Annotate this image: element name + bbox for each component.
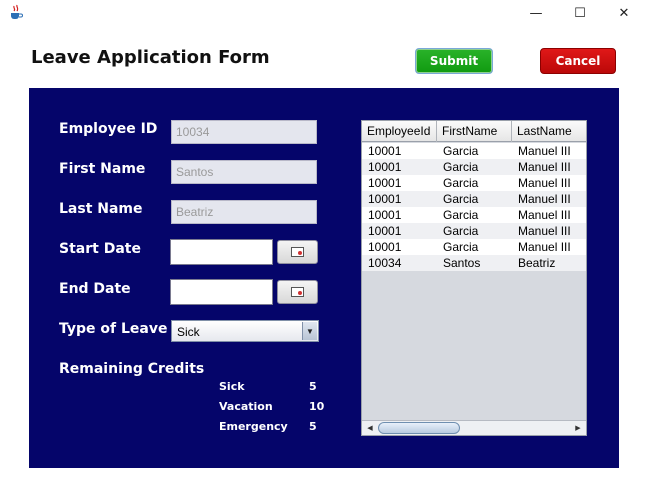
minimize-button[interactable]: — — [514, 0, 558, 26]
last-name-label: Last Name — [59, 201, 143, 217]
scroll-left-icon[interactable]: ◀ — [364, 422, 376, 434]
credit-value-vacation: 10 — [309, 400, 325, 413]
submit-button[interactable]: Submit — [415, 48, 493, 74]
table-cell: Beatriz — [518, 256, 556, 270]
table-cell: Manuel III — [518, 240, 571, 254]
table-row[interactable]: 10001 Garcia Manuel III — [362, 175, 586, 191]
table-row[interactable]: 10001 Garcia Manuel III — [362, 207, 586, 223]
table-cell: 10001 — [368, 224, 402, 238]
first-name-label: First Name — [59, 161, 146, 177]
scrollbar-thumb[interactable] — [378, 422, 460, 434]
leave-type-select[interactable]: Sick ▼ — [171, 320, 319, 342]
table-row[interactable]: 10001 Garcia Manuel III — [362, 143, 586, 159]
table-cell: 10001 — [368, 240, 402, 254]
table-cell: 10001 — [368, 160, 402, 174]
table-row[interactable]: 10001 Garcia Manuel III — [362, 239, 586, 255]
table-cell: 10001 — [368, 144, 402, 158]
table-cell: 10034 — [368, 256, 402, 270]
table-row[interactable]: 10034 Santos Beatriz — [362, 255, 586, 271]
credit-name-emergency: Emergency — [219, 420, 288, 433]
table-cell: Garcia — [443, 144, 479, 158]
table-row[interactable]: 10001 Garcia Manuel III — [362, 223, 586, 239]
table-cell: Garcia — [443, 224, 479, 238]
calendar-icon — [291, 247, 304, 257]
form-panel: Employee ID 10034 First Name Santos Last… — [29, 88, 619, 468]
table-cell: Manuel III — [518, 224, 571, 238]
remaining-credits-heading: Remaining Credits — [59, 361, 205, 377]
end-date-picker-button[interactable] — [277, 280, 318, 304]
table-cell: Garcia — [443, 160, 479, 174]
table-header: EmployeeId FirstName LastName — [362, 121, 586, 142]
close-button[interactable]: ✕ — [602, 0, 646, 26]
credit-value-emergency: 5 — [309, 420, 317, 433]
column-header-employeeid[interactable]: EmployeeId — [362, 121, 437, 142]
table-cell: Manuel III — [518, 160, 571, 174]
leave-type-label: Type of Leave — [59, 321, 168, 337]
table-cell: Santos — [443, 256, 481, 270]
table-cell: 10001 — [368, 208, 402, 222]
credit-name-sick: Sick — [219, 380, 245, 393]
table-body: 10001 Garcia Manuel III 10001 Garcia Manuel I… — [362, 143, 586, 271]
start-date-field[interactable] — [170, 239, 273, 265]
credit-name-vacation: Vacation — [219, 400, 273, 413]
table-cell: Garcia — [443, 192, 479, 206]
table-cell: Manuel III — [518, 176, 571, 190]
table-cell: Manuel III — [518, 208, 571, 222]
table-row[interactable]: 10001 Garcia Manuel III — [362, 191, 586, 207]
table-cell: Manuel III — [518, 144, 571, 158]
chevron-down-icon[interactable]: ▼ — [302, 322, 317, 340]
table-cell: 10001 — [368, 192, 402, 206]
page-title: Leave Application Form — [31, 47, 270, 68]
scroll-right-icon[interactable]: ▶ — [572, 422, 584, 434]
horizontal-scrollbar[interactable]: ◀ ▶ — [362, 420, 586, 435]
calendar-icon — [291, 287, 304, 297]
employee-id-label: Employee ID — [59, 121, 158, 137]
table-row[interactable]: 10001 Garcia Manuel III — [362, 159, 586, 175]
end-date-field[interactable] — [170, 279, 273, 305]
employee-table[interactable]: EmployeeId FirstName LastName 10001 Garci… — [361, 120, 587, 436]
last-name-field[interactable]: Beatriz — [171, 200, 317, 224]
start-date-picker-button[interactable] — [277, 240, 318, 264]
maximize-button[interactable]: ☐ — [558, 0, 602, 26]
table-cell: Garcia — [443, 208, 479, 222]
end-date-label: End Date — [59, 281, 131, 297]
credit-value-sick: 5 — [309, 380, 317, 393]
leave-type-value: Sick — [177, 325, 200, 339]
column-header-lastname[interactable]: LastName — [512, 121, 586, 142]
employee-id-field[interactable]: 10034 — [171, 120, 317, 144]
table-cell: Garcia — [443, 240, 479, 254]
table-cell: Garcia — [443, 176, 479, 190]
table-cell: 10001 — [368, 176, 402, 190]
cancel-button[interactable]: Cancel — [540, 48, 616, 74]
first-name-field[interactable]: Santos — [171, 160, 317, 184]
java-cup-icon — [11, 4, 23, 19]
column-header-firstname[interactable]: FirstName — [437, 121, 512, 142]
start-date-label: Start Date — [59, 241, 141, 257]
table-cell: Manuel III — [518, 192, 571, 206]
